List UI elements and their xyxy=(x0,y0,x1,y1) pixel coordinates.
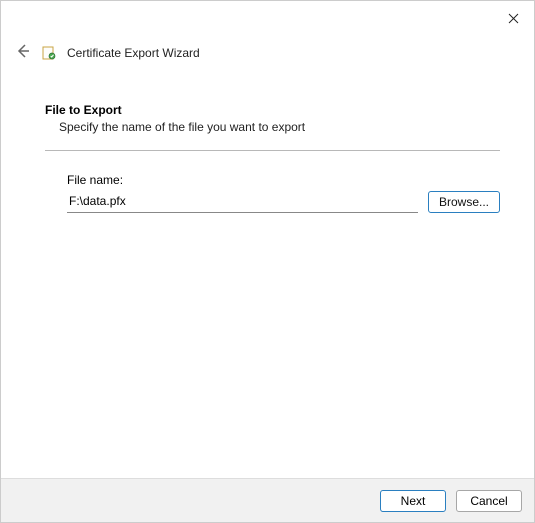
close-button[interactable] xyxy=(504,11,522,29)
file-name-label: File name: xyxy=(67,173,500,187)
divider xyxy=(45,150,500,151)
browse-button[interactable]: Browse... xyxy=(428,191,500,213)
next-button[interactable]: Next xyxy=(380,490,446,512)
certificate-icon xyxy=(41,45,57,61)
section-heading: File to Export xyxy=(45,103,500,117)
cancel-button[interactable]: Cancel xyxy=(456,490,522,512)
back-button[interactable] xyxy=(15,43,31,62)
wizard-title: Certificate Export Wizard xyxy=(67,46,200,60)
file-name-input[interactable] xyxy=(67,192,418,213)
arrow-left-icon xyxy=(15,48,31,62)
close-icon xyxy=(508,13,519,27)
section-subheading: Specify the name of the file you want to… xyxy=(59,120,500,134)
